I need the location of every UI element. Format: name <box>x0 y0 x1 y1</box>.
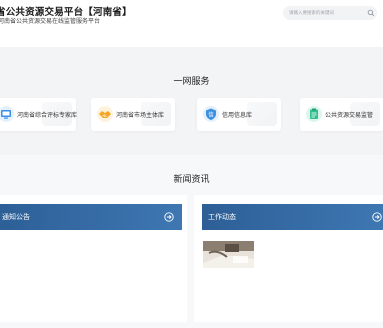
service-label-expert-library: 河南省综合评标专家库 <box>17 112 78 119</box>
search-icon[interactable] <box>367 9 375 17</box>
services-section-title: 一网服务 <box>173 77 210 87</box>
news-thumbnail-image[interactable] <box>203 241 254 268</box>
news-panel-notices: 通知公告 <box>0 195 187 322</box>
news-panel-header-work-updates[interactable]: 工作动态 <box>202 204 383 230</box>
service-label-credit-info: 信用信息库 <box>222 112 253 119</box>
service-card-market-entity[interactable]: 河南省市场主体库 <box>91 98 175 131</box>
news-panel-header-notices[interactable]: 通知公告 <box>0 204 182 230</box>
service-label-market-entity: 河南省市场主体库 <box>116 112 165 119</box>
credit-shield-icon: 信 <box>203 106 219 122</box>
news-panel-title-notices: 通知公告 <box>2 213 30 221</box>
svg-text:信: 信 <box>208 110 214 118</box>
news-panel-work-updates: 工作动态 <box>194 195 383 322</box>
service-label-supervision: 公共资源交易监管 <box>325 112 374 119</box>
expert-screen-icon <box>0 106 14 122</box>
arrow-right-circle-icon[interactable] <box>372 212 382 222</box>
arrow-right-circle-icon[interactable] <box>164 212 174 222</box>
handshake-icon <box>97 106 113 122</box>
news-panel-title-work-updates: 工作动态 <box>208 213 236 221</box>
service-card-expert-library[interactable]: 河南省综合评标专家库 <box>0 98 78 131</box>
search-input[interactable] <box>289 8 363 18</box>
site-subtitle: 河南省公共资源交易在线监管服务平台 <box>0 18 101 25</box>
supervision-icon <box>306 106 322 122</box>
service-card-credit-info[interactable]: 信 信用信息库 <box>197 98 281 131</box>
search-box[interactable] <box>283 6 377 20</box>
service-card-supervision[interactable]: 公共资源交易监管 <box>300 98 383 131</box>
site-header: 省公共资源交易平台【河南省】 河南省公共资源交易在线监管服务平台 <box>0 0 383 47</box>
news-section-title: 新闻资讯 <box>173 175 210 185</box>
